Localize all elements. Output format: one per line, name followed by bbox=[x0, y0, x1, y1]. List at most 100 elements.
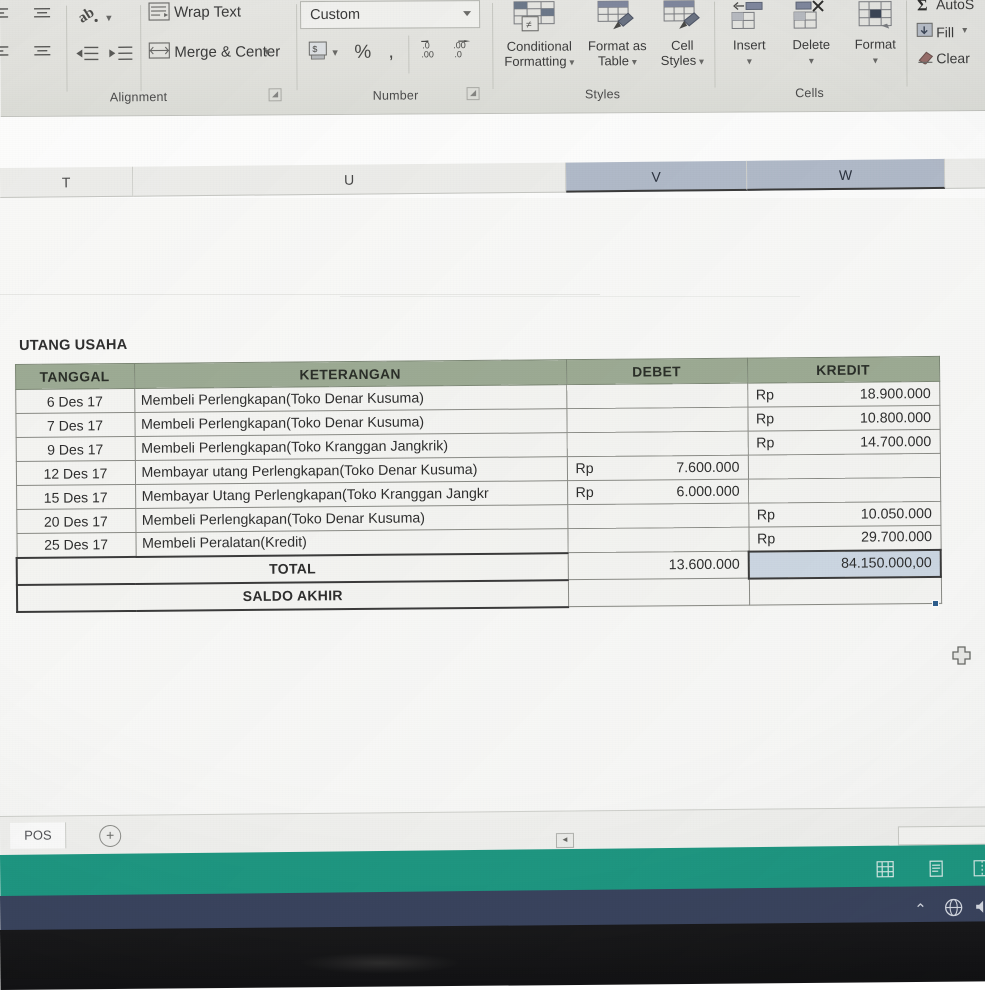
decrease-indent-icon[interactable] bbox=[73, 45, 99, 61]
cell-debet[interactable] bbox=[567, 503, 748, 529]
orientation-dropdown-caret[interactable]: ▾ bbox=[106, 11, 112, 24]
bezel-reflection bbox=[300, 952, 460, 974]
column-header-w[interactable]: W bbox=[747, 159, 945, 191]
selection-fill-handle[interactable] bbox=[932, 600, 939, 607]
column-header-x[interactable] bbox=[945, 159, 985, 189]
horizontal-scroll-left-button[interactable]: ◄ bbox=[556, 833, 574, 848]
format-as-table-icon[interactable] bbox=[596, 0, 636, 33]
cell-debet[interactable] bbox=[566, 383, 747, 409]
cell-kredit-value: 10.800.000 bbox=[860, 410, 931, 427]
currency-symbol: Rp bbox=[756, 407, 774, 431]
conditional-formatting-icon[interactable]: ≠ bbox=[512, 0, 556, 34]
fill-label[interactable]: Fill bbox=[936, 24, 954, 40]
cell-tanggal[interactable]: 25 Des 17 bbox=[16, 532, 135, 557]
delete-cells-icon[interactable] bbox=[792, 0, 832, 32]
autosum-label[interactable]: AutoS bbox=[936, 0, 974, 12]
insert-cells-icon[interactable] bbox=[730, 0, 770, 33]
delete-cells-button[interactable]: Delete ▾ bbox=[780, 37, 842, 69]
increase-indent-icon[interactable] bbox=[107, 45, 133, 61]
wrap-text-label[interactable]: Wrap Text bbox=[174, 4, 241, 21]
cell-debet[interactable] bbox=[567, 527, 748, 553]
format-as-table-button[interactable]: Format as Table ▾ bbox=[584, 38, 650, 70]
col-header-keterangan: KETERANGAN bbox=[134, 360, 566, 389]
percent-style-button[interactable]: % bbox=[354, 42, 371, 64]
cell-styles-button[interactable]: Cell Styles ▾ bbox=[654, 38, 710, 70]
number-dialog-launcher[interactable]: ◢ bbox=[467, 87, 480, 100]
increase-decimal-icon[interactable]: .00 .0 bbox=[450, 37, 476, 59]
col-header-tanggal: TANGGAL bbox=[15, 363, 134, 389]
total-debet-cell[interactable]: 13.600.000 bbox=[568, 551, 749, 580]
page-break-icon[interactable] bbox=[973, 860, 985, 882]
total-kredit-cell[interactable]: 84.150.000,00 bbox=[749, 549, 941, 578]
conditional-formatting-button[interactable]: Conditional Formatting ▾ bbox=[496, 38, 582, 71]
align-center-icon[interactable] bbox=[32, 44, 54, 60]
insert-cells-button[interactable]: Insert ▾ bbox=[718, 37, 780, 69]
column-header-v[interactable]: V bbox=[566, 161, 747, 193]
cell-tanggal[interactable]: 15 Des 17 bbox=[16, 484, 135, 509]
cell-kredit[interactable] bbox=[748, 477, 940, 503]
text-orientation-icon[interactable]: ab bbox=[76, 3, 100, 25]
cell-kredit-value: 29.700.000 bbox=[861, 529, 932, 546]
cell-styles-icon[interactable] bbox=[662, 0, 702, 33]
cell-kredit[interactable]: Rp 18.900.000 bbox=[747, 381, 939, 407]
autosum-icon[interactable]: Σ bbox=[916, 0, 934, 12]
excel-ribbon: ab ▾ Wrap Text bbox=[0, 0, 985, 117]
cell-kredit[interactable] bbox=[748, 453, 940, 479]
cell-debet[interactable] bbox=[567, 431, 748, 457]
accounting-format-icon[interactable]: $ bbox=[307, 40, 329, 60]
align-middle-icon[interactable] bbox=[32, 6, 54, 22]
cell-kredit[interactable]: Rp 10.050.000 bbox=[748, 501, 940, 527]
cell-kredit[interactable]: Rp 14.700.000 bbox=[748, 429, 940, 455]
cell-kredit[interactable]: Rp 10.800.000 bbox=[747, 405, 939, 431]
ribbon-group-label-number: Number bbox=[301, 88, 491, 103]
cell-styles-label-2: Styles bbox=[661, 53, 696, 68]
column-header-u[interactable]: U bbox=[133, 163, 566, 197]
conditional-formatting-label-1: Conditional bbox=[507, 39, 572, 54]
show-hidden-icons-chevron[interactable]: ⌃ bbox=[914, 900, 927, 918]
number-format-value: Custom bbox=[310, 7, 360, 23]
delete-cells-label: Delete bbox=[792, 37, 830, 52]
sheet-tab-pos[interactable]: POS bbox=[10, 822, 67, 849]
clear-eraser-icon[interactable] bbox=[916, 48, 934, 64]
merge-center-icon[interactable] bbox=[148, 41, 170, 61]
format-cells-icon[interactable] bbox=[856, 0, 896, 32]
cell-kredit[interactable]: Rp 29.700.000 bbox=[748, 525, 940, 551]
cell-tanggal[interactable]: 20 Des 17 bbox=[16, 508, 135, 533]
merge-center-dropdown-caret[interactable]: ▾ bbox=[264, 45, 270, 58]
svg-text:Σ: Σ bbox=[917, 0, 928, 12]
cell-tanggal[interactable]: 6 Des 17 bbox=[15, 388, 134, 413]
horizontal-scrollbar[interactable] bbox=[898, 826, 985, 846]
cell-tanggal[interactable]: 9 Des 17 bbox=[16, 436, 135, 461]
align-left-icon[interactable] bbox=[0, 44, 12, 60]
cell-kredit-value: 10.050.000 bbox=[861, 505, 932, 522]
saldo-kredit-cell[interactable] bbox=[749, 576, 941, 605]
cell-tanggal[interactable]: 12 Des 17 bbox=[16, 460, 135, 485]
add-sheet-button[interactable]: + bbox=[99, 825, 121, 847]
align-top-icon[interactable] bbox=[0, 6, 12, 22]
accounting-dropdown-caret[interactable]: ▾ bbox=[332, 46, 338, 59]
comma-style-button[interactable]: , bbox=[388, 41, 394, 64]
normal-view-icon[interactable] bbox=[876, 861, 894, 883]
page-layout-icon[interactable] bbox=[927, 860, 945, 882]
alignment-dialog-launcher[interactable]: ◢ bbox=[269, 88, 282, 101]
currency-symbol: Rp bbox=[576, 481, 594, 505]
decrease-decimal-icon[interactable]: .0 .00 bbox=[418, 37, 444, 59]
cell-debet[interactable]: Rp 6.000.000 bbox=[567, 479, 748, 505]
cell-kredit-value: 14.700.000 bbox=[860, 433, 931, 450]
cell-debet[interactable]: Rp 7.600.000 bbox=[567, 455, 748, 481]
fill-icon[interactable] bbox=[916, 22, 934, 38]
fill-dropdown-caret[interactable]: ▾ bbox=[962, 25, 967, 36]
utang-usaha-table: TANGGAL KETERANGAN DEBET KREDIT 6 Des 17… bbox=[14, 356, 942, 613]
saldo-debet-cell[interactable] bbox=[568, 578, 749, 607]
column-header-t[interactable]: T bbox=[0, 167, 133, 198]
number-format-dropdown[interactable]: Custom bbox=[300, 0, 480, 29]
cell-debet[interactable] bbox=[566, 407, 747, 433]
network-icon[interactable] bbox=[944, 898, 963, 921]
clear-label[interactable]: Clear bbox=[936, 50, 970, 66]
cell-styles-label-1: Cell bbox=[671, 38, 693, 53]
cell-tanggal[interactable]: 7 Des 17 bbox=[15, 412, 134, 437]
delete-dropdown-caret: ▾ bbox=[809, 56, 814, 67]
wrap-text-icon[interactable] bbox=[148, 2, 170, 22]
format-cells-button[interactable]: Format ▾ bbox=[844, 36, 906, 68]
volume-icon[interactable] bbox=[974, 898, 985, 920]
